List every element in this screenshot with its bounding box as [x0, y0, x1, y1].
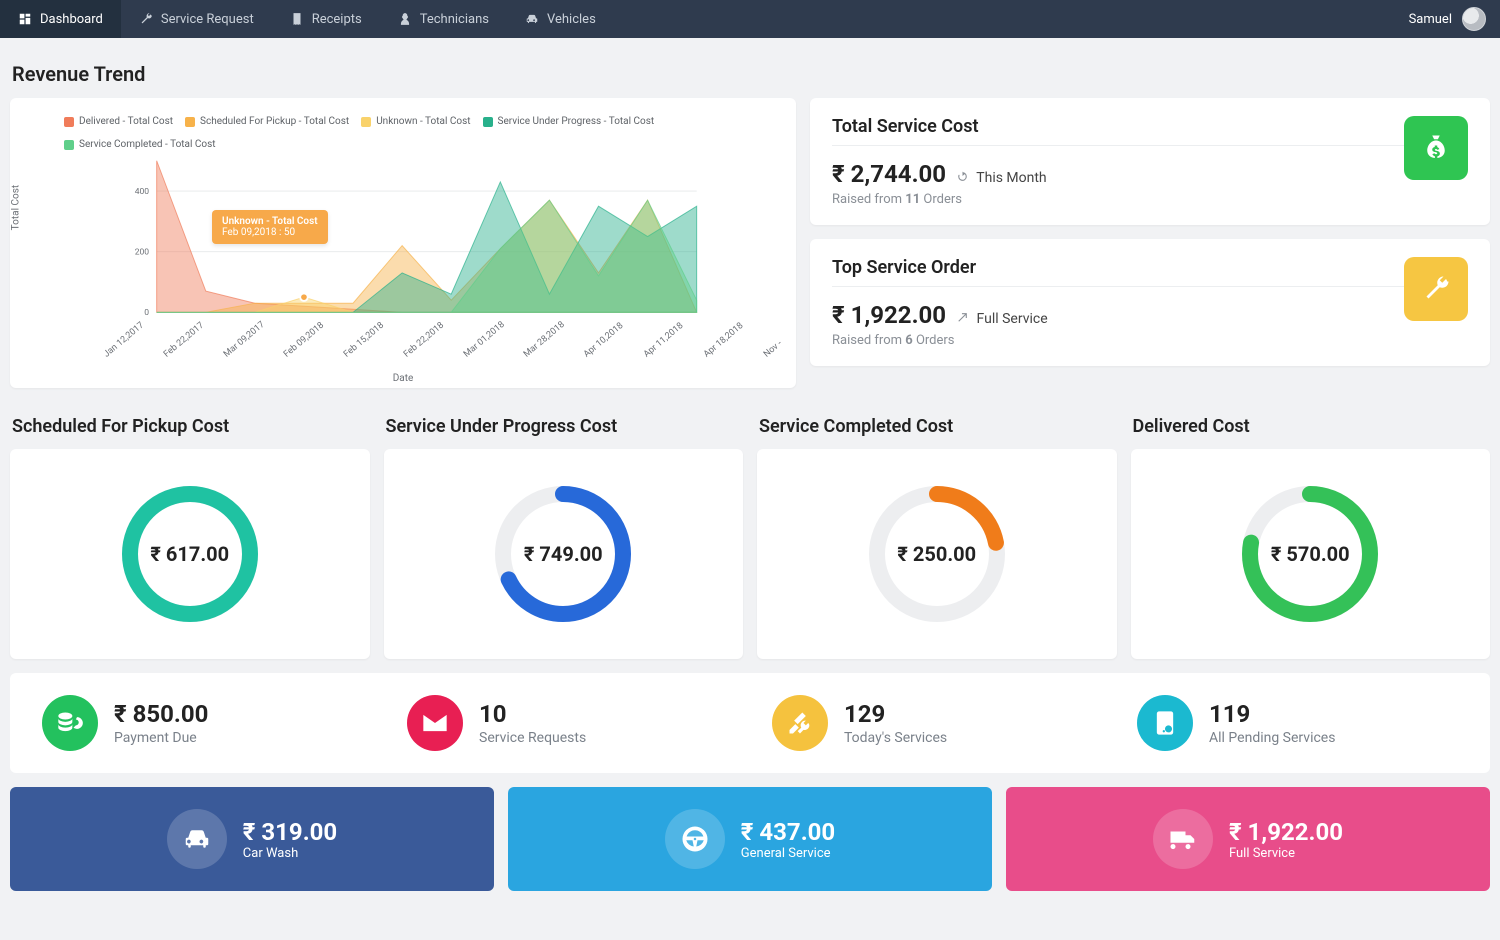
tile-amount: ₹ 437.00	[741, 818, 835, 846]
donut-card: ₹ 749.00	[384, 449, 744, 659]
user-name: Samuel	[1409, 12, 1452, 27]
donut-amount: ₹ 617.00	[115, 479, 265, 629]
nav-service-request[interactable]: Service Request	[121, 0, 272, 38]
legend-item: Scheduled For Pickup - Total Cost	[185, 116, 349, 127]
y-axis-label: Total Cost	[11, 185, 22, 230]
stat-label: All Pending Services	[1209, 730, 1335, 746]
stat-item[interactable]: 10 Service Requests	[385, 695, 750, 751]
stat-label: Payment Due	[114, 730, 208, 746]
donut-title: Service Under Progress Cost	[386, 416, 744, 437]
tile-label: Full Service	[1229, 846, 1343, 861]
total-service-raised: Raised from 11 Orders	[832, 192, 1404, 207]
legend-item: Service Completed - Total Cost	[64, 139, 216, 150]
revenue-chart[interactable]: 0 200 400	[32, 156, 774, 336]
technician-icon	[398, 12, 412, 26]
donut-card: ₹ 617.00	[10, 449, 370, 659]
donut-title: Scheduled For Pickup Cost	[12, 416, 370, 437]
top-nav: Dashboard Service Request Receipts Techn…	[0, 0, 1500, 38]
mail-icon	[407, 695, 463, 751]
top-service-order-card: Top Service Order ₹ 1,922.00 Full Servic…	[810, 239, 1490, 366]
device-icon	[1137, 695, 1193, 751]
donut-amount: ₹ 749.00	[488, 479, 638, 629]
tooltip-detail: Feb 09,2018 : 50	[222, 227, 318, 238]
stat-value: ₹ 850.00	[114, 700, 208, 728]
card-title: Top Service Order	[832, 257, 1404, 278]
user-menu[interactable]: Samuel	[1395, 0, 1500, 38]
steering-icon	[665, 809, 725, 869]
donut-amount: ₹ 570.00	[1235, 479, 1385, 629]
donut-column: Scheduled For Pickup Cost ₹ 617.00	[10, 416, 370, 659]
refresh-icon	[956, 170, 969, 183]
total-service-amount: ₹ 2,744.00	[832, 160, 946, 188]
service-tile[interactable]: ₹ 319.00 Car Wash	[10, 787, 494, 891]
revenue-chart-card: Delivered - Total Cost Scheduled For Pick…	[10, 98, 796, 388]
donut-card: ₹ 250.00	[757, 449, 1117, 659]
wrench-icon	[139, 12, 153, 26]
nav-label: Service Request	[161, 12, 254, 27]
tile-amount: ₹ 1,922.00	[1229, 818, 1343, 846]
nav-label: Vehicles	[547, 12, 596, 27]
coins-icon	[42, 695, 98, 751]
donut-column: Delivered Cost ₹ 570.00	[1131, 416, 1491, 659]
nav-label: Dashboard	[40, 12, 103, 27]
truck-icon	[1153, 809, 1213, 869]
moneybag-icon	[1404, 116, 1468, 180]
stat-value: 129	[844, 700, 947, 728]
stat-label: Service Requests	[479, 730, 586, 746]
top-service-raised: Raised from 6 Orders	[832, 333, 1404, 348]
donut-title: Service Completed Cost	[759, 416, 1117, 437]
revenue-title: Revenue Trend	[12, 62, 1490, 86]
card-title: Total Service Cost	[832, 116, 1404, 137]
top-service-period: Full Service	[956, 311, 1048, 327]
total-service-cost-card: Total Service Cost ₹ 2,744.00 This Month…	[810, 98, 1490, 225]
x-axis-label: Date	[393, 373, 414, 384]
nav-vehicles[interactable]: Vehicles	[507, 0, 614, 38]
receipt-icon	[290, 12, 304, 26]
tools-icon	[772, 695, 828, 751]
car-icon	[525, 12, 539, 26]
nav-dashboard[interactable]: Dashboard	[0, 0, 121, 38]
total-service-period: This Month	[956, 170, 1047, 186]
donut-title: Delivered Cost	[1133, 416, 1491, 437]
nav-label: Receipts	[312, 12, 362, 27]
service-tile[interactable]: ₹ 1,922.00 Full Service	[1006, 787, 1490, 891]
x-tick: Nov -	[762, 339, 784, 360]
stats-bar: ₹ 850.00 Payment Due 10 Service Requests…	[10, 673, 1490, 773]
arrow-icon	[956, 311, 969, 324]
donut-card: ₹ 570.00	[1131, 449, 1491, 659]
chart-legend: Delivered - Total Cost Scheduled For Pick…	[32, 116, 774, 150]
svg-text:200: 200	[135, 248, 150, 258]
donut-amount: ₹ 250.00	[862, 479, 1012, 629]
tile-amount: ₹ 319.00	[243, 818, 337, 846]
dashboard-icon	[18, 12, 32, 26]
stat-item[interactable]: ₹ 850.00 Payment Due	[20, 695, 385, 751]
nav-label: Technicians	[420, 12, 489, 27]
nav-technicians[interactable]: Technicians	[380, 0, 507, 38]
stat-item[interactable]: 129 Today's Services	[750, 695, 1115, 751]
wrench-icon	[1404, 257, 1468, 321]
legend-item: Service Under Progress - Total Cost	[483, 116, 655, 127]
tile-label: General Service	[741, 846, 835, 861]
donut-column: Service Under Progress Cost ₹ 749.00	[384, 416, 744, 659]
chart-tooltip: Unknown - Total Cost Feb 09,2018 : 50	[212, 210, 328, 244]
svg-text:0: 0	[144, 308, 149, 318]
top-service-amount: ₹ 1,922.00	[832, 301, 946, 329]
stat-value: 119	[1209, 700, 1335, 728]
stat-item[interactable]: 119 All Pending Services	[1115, 695, 1480, 751]
nav-receipts[interactable]: Receipts	[272, 0, 380, 38]
legend-item: Delivered - Total Cost	[64, 116, 173, 127]
stat-label: Today's Services	[844, 730, 947, 746]
svg-text:400: 400	[135, 187, 150, 197]
legend-item: Unknown - Total Cost	[361, 116, 470, 127]
car-icon	[167, 809, 227, 869]
service-tile[interactable]: ₹ 437.00 General Service	[508, 787, 992, 891]
tile-label: Car Wash	[243, 846, 337, 861]
tooltip-title: Unknown - Total Cost	[222, 216, 318, 227]
avatar	[1462, 7, 1486, 31]
stat-value: 10	[479, 700, 586, 728]
donut-column: Service Completed Cost ₹ 250.00	[757, 416, 1117, 659]
